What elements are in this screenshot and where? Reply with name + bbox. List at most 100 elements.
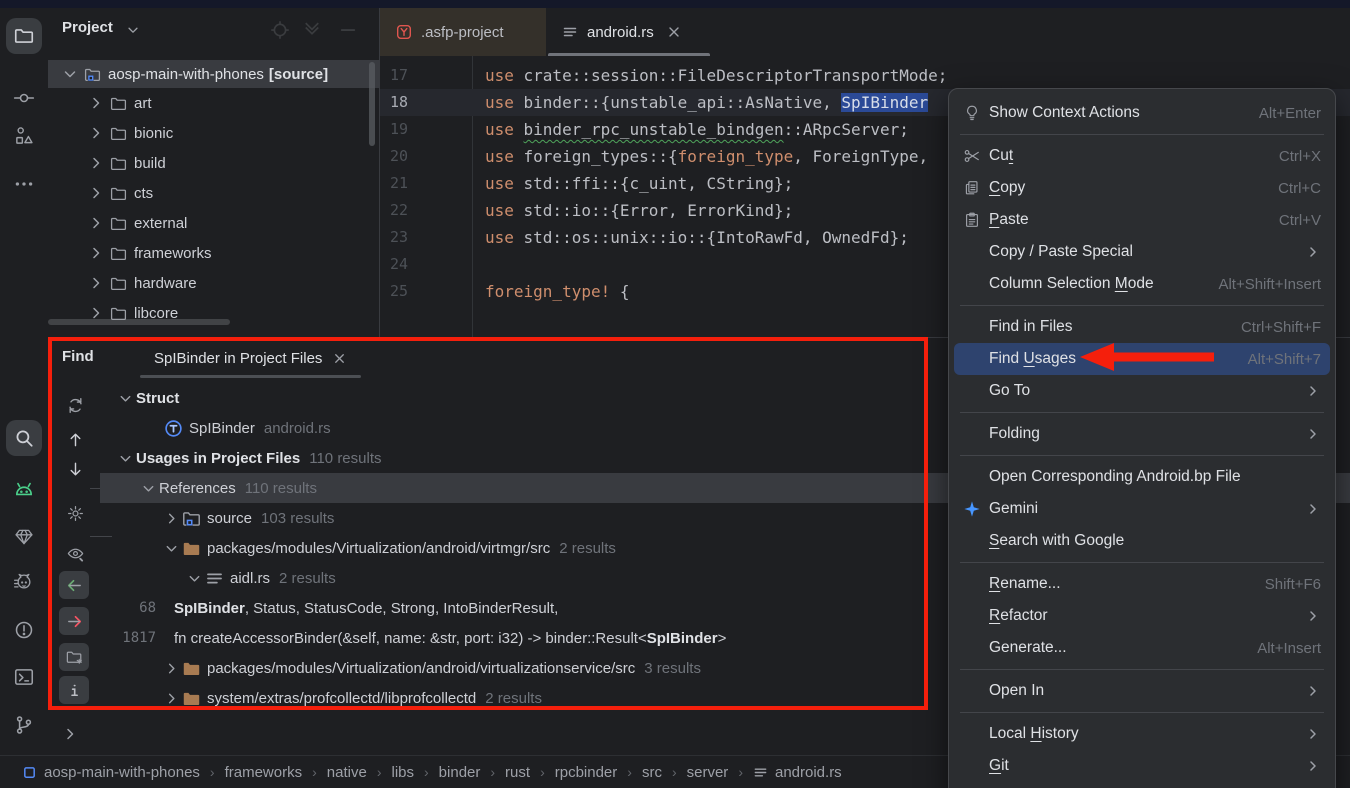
breadcrumb-item[interactable]: rpcbinder (555, 764, 618, 781)
vertical-scrollbar[interactable] (369, 62, 375, 146)
next-occurrence-button[interactable] (64, 458, 86, 480)
structure-tool-button[interactable] (6, 118, 42, 154)
menu-item-label: Local History (989, 725, 1079, 743)
chevron-right-icon[interactable] (164, 660, 182, 676)
chevron-right-icon[interactable] (88, 185, 104, 201)
rust-file-icon (205, 569, 224, 588)
settings-button[interactable] (64, 502, 86, 524)
menu-item-label: Open Corresponding Android.bp File (989, 468, 1241, 486)
chevron-right-icon[interactable] (88, 215, 104, 231)
horizontal-scrollbar[interactable] (48, 319, 230, 325)
help-button[interactable] (59, 676, 89, 704)
menu-item-local-history[interactable]: Local History (954, 718, 1330, 750)
menu-item-label: Cut (989, 147, 1013, 165)
code-token: foreign_types::{ (524, 147, 678, 166)
line-number: 17 (380, 62, 408, 89)
menu-item-gemini[interactable]: Gemini (954, 493, 1330, 525)
app-quality-insights-tool-button[interactable] (6, 519, 42, 555)
menu-item-refactor[interactable]: Refactor (954, 600, 1330, 632)
breadcrumb-item[interactable]: rust (505, 764, 530, 781)
menu-item-open-corresponding-android-bp-file[interactable]: Open Corresponding Android.bp File (954, 461, 1330, 493)
result-text: 2 results (559, 540, 616, 557)
chevron-down-icon[interactable] (187, 570, 205, 586)
menu-separator (960, 712, 1324, 713)
more-tool-windows-button[interactable] (6, 166, 42, 202)
select-opened-file-button[interactable] (270, 20, 290, 40)
problems-tool-button[interactable] (6, 612, 42, 648)
collapse-all-button[interactable] (302, 20, 322, 40)
result-text: Struct (136, 390, 179, 407)
chevron-right-icon[interactable] (88, 95, 104, 111)
breadcrumb-label: rpcbinder (555, 764, 618, 781)
menu-item-open-in[interactable]: Open In (954, 675, 1330, 707)
breadcrumb-item[interactable]: android.rs (753, 764, 842, 781)
collapsed-node-chevron[interactable] (62, 726, 78, 742)
menu-item-go-to[interactable]: Go To (954, 375, 1330, 407)
project-tree-item[interactable]: frameworks (48, 238, 379, 268)
project-tree-root-item[interactable]: aosp-main-with-phones [source] (48, 60, 379, 88)
code-line[interactable]: 17use crate::session::FileDescriptorTran… (380, 62, 1350, 89)
menu-item-column-selection-mode[interactable]: Column Selection ModeAlt+Shift+Insert (954, 268, 1330, 300)
menu-item-copy-paste-special[interactable]: Copy / Paste Special (954, 236, 1330, 268)
arrow-down-icon (66, 460, 85, 479)
tab-android-rs[interactable]: android.rs (546, 8, 712, 56)
chevron-down-icon[interactable] (118, 390, 136, 406)
chevron-right-icon[interactable] (88, 125, 104, 141)
chevron-down-icon[interactable] (62, 66, 78, 82)
menu-item-paste[interactable]: PasteCtrl+V (954, 204, 1330, 236)
chevron-down-icon[interactable] (118, 450, 136, 466)
commit-tool-button[interactable] (6, 80, 42, 116)
menu-separator (960, 562, 1324, 563)
breadcrumb-item[interactable]: server (687, 764, 729, 781)
navigate-back-button[interactable] (59, 571, 89, 599)
menu-item-rename[interactable]: Rename...Shift+F6 (954, 568, 1330, 600)
chevron-down-icon[interactable] (164, 540, 182, 556)
breadcrumb-item[interactable]: frameworks (225, 764, 303, 781)
chevron-down-icon[interactable] (141, 480, 159, 496)
previous-occurrence-button[interactable] (64, 428, 86, 450)
terminal-tool-button[interactable] (6, 659, 42, 695)
chevron-down-icon[interactable] (126, 23, 140, 37)
project-tool-button[interactable] (6, 18, 42, 54)
menu-item-cut[interactable]: CutCtrl+X (954, 140, 1330, 172)
version-control-tool-button[interactable] (6, 707, 42, 743)
tab-asfp-project[interactable]: .asfp-project (380, 8, 546, 56)
logcat-tool-button[interactable] (6, 472, 42, 508)
chevron-right-icon[interactable] (88, 155, 104, 171)
project-tree-item[interactable]: bionic (48, 118, 379, 148)
cat-tool-button[interactable] (6, 565, 42, 601)
hide-panel-button[interactable] (338, 20, 358, 40)
breadcrumb-item[interactable]: src (642, 764, 662, 781)
close-icon[interactable] (666, 24, 682, 40)
project-tree-item[interactable]: art (48, 88, 379, 118)
menu-item-find-usages[interactable]: Find UsagesAlt+Shift+7 (954, 343, 1330, 375)
chevron-right-icon[interactable] (88, 245, 104, 261)
open-in-new-tab-button[interactable] (59, 643, 89, 671)
menu-item-copy[interactable]: CopyCtrl+C (954, 172, 1330, 204)
project-tree-item[interactable]: build (48, 148, 379, 178)
menu-item-search-with-google[interactable]: Search with Google (954, 525, 1330, 557)
result-text: Usages in Project Files (136, 450, 300, 467)
menu-item-find-in-files[interactable]: Find in FilesCtrl+Shift+F (954, 311, 1330, 343)
preview-usages-button[interactable] (64, 542, 86, 564)
project-tree-item[interactable]: hardware (48, 268, 379, 298)
navigate-forward-button[interactable] (59, 607, 89, 635)
project-tree-item[interactable]: external (48, 208, 379, 238)
breadcrumb-item[interactable]: aosp-main-with-phones (22, 764, 200, 781)
find-tool-button[interactable] (6, 420, 42, 456)
menu-item-folding[interactable]: Folding (954, 418, 1330, 450)
menu-item-show-context-actions[interactable]: Show Context ActionsAlt+Enter (954, 97, 1330, 129)
folder-icon (110, 215, 127, 232)
chevron-right-icon[interactable] (164, 690, 182, 706)
result-text: , Status, StatusCode, Strong, IntoBinder… (245, 600, 559, 617)
project-tree-item[interactable]: cts (48, 178, 379, 208)
chevron-right-icon[interactable] (164, 510, 182, 526)
rerun-search-button[interactable] (64, 394, 86, 416)
menu-item-git[interactable]: Git (954, 750, 1330, 782)
breadcrumb-item[interactable]: binder (439, 764, 481, 781)
menu-item-generate[interactable]: Generate...Alt+Insert (954, 632, 1330, 664)
line-number: 19 (380, 116, 408, 143)
breadcrumb-item[interactable]: native (327, 764, 367, 781)
chevron-right-icon[interactable] (88, 275, 104, 291)
breadcrumb-item[interactable]: libs (391, 764, 414, 781)
